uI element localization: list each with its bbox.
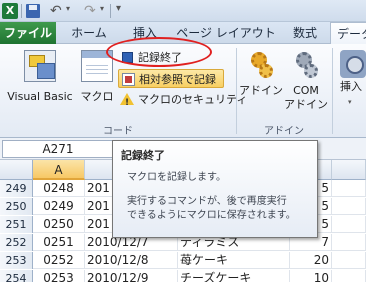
group-divider — [236, 48, 237, 134]
cell[interactable] — [332, 216, 366, 233]
macro-label: マクロ — [80, 90, 114, 103]
addin-group-label: アドイン — [264, 126, 304, 137]
macro-security-button[interactable]: マクロのセキュリティ — [118, 90, 247, 113]
table-row: 254 0253 2010/12/9 チーズケーキ 10 — [0, 270, 366, 282]
stop-recording-tooltip: 記録終了 マクロを記録します。 実行するコマンドが、後で再度実行 できるようにマ… — [112, 140, 318, 238]
warning-icon — [120, 93, 134, 113]
tab-home[interactable]: ホーム — [60, 22, 118, 44]
gear-icon — [259, 64, 273, 78]
cell[interactable]: 0248 — [33, 180, 85, 197]
code-group-label: コード — [103, 126, 133, 137]
tab-formulas[interactable]: 数式 — [282, 22, 328, 44]
cell[interactable]: 苺ケーキ — [178, 252, 290, 269]
cell[interactable]: 0253 — [33, 270, 85, 282]
cell[interactable]: 2010/12/8 — [85, 252, 178, 269]
tooltip-text: 実行するコマンドが、後で再度実行 — [127, 196, 287, 207]
column-header[interactable] — [332, 160, 366, 180]
tooltip-text: できるようにマクロに保存されます。 — [127, 210, 296, 221]
cell[interactable]: 0250 — [33, 216, 85, 233]
toolbar-divider — [21, 4, 22, 18]
gear-icon — [304, 64, 318, 78]
cell[interactable]: 0252 — [33, 252, 85, 269]
excel-app-icon[interactable]: X — [2, 3, 18, 19]
cell[interactable]: 0251 — [33, 234, 85, 251]
cell[interactable] — [332, 270, 366, 282]
redo-icon[interactable]: ↷ — [84, 3, 98, 19]
row-header[interactable]: 254 — [0, 270, 33, 282]
insert-control-icon — [340, 50, 366, 78]
name-box[interactable]: A271 — [2, 140, 114, 158]
com-addins-gear-icon — [290, 50, 322, 82]
insert-control-button[interactable]: 挿入 ▾ — [334, 46, 366, 107]
com-label-line2: アドイン — [284, 98, 328, 111]
addins-gear-icon — [245, 50, 277, 82]
addins-label: アドイン — [239, 84, 283, 97]
redo-dropdown-icon[interactable]: ▾ — [100, 4, 104, 13]
cell[interactable]: 10 — [290, 270, 332, 282]
quick-access-toolbar: X ↶ ▾ ↷ ▾ ▾ — [0, 0, 366, 22]
row-header[interactable]: 249 — [0, 180, 33, 197]
visual-basic-button[interactable]: Visual Basic — [2, 46, 78, 104]
column-header-a[interactable]: A — [33, 160, 85, 180]
highlight-ellipse — [106, 37, 212, 67]
relative-reference-button[interactable]: 相対参照で記録 — [118, 69, 224, 88]
tab-data[interactable]: データ — [330, 22, 366, 45]
toolbar-divider — [110, 4, 111, 18]
cell[interactable] — [332, 234, 366, 251]
com-label-line1: COM — [293, 84, 319, 97]
cell[interactable]: 2010/12/9 — [85, 270, 178, 282]
com-addins-button[interactable]: COM アドイン — [284, 46, 328, 112]
cell[interactable]: 20 — [290, 252, 332, 269]
row-header[interactable]: 253 — [0, 252, 33, 269]
relative-reference-label: 相対参照で記録 — [139, 73, 216, 86]
tooltip-title: 記録終了 — [121, 149, 165, 162]
row-header[interactable]: 250 — [0, 198, 33, 215]
cell[interactable] — [332, 252, 366, 269]
visual-basic-label: Visual Basic — [7, 90, 73, 103]
group-divider — [332, 48, 333, 134]
cell[interactable] — [332, 180, 366, 197]
relative-reference-icon — [122, 73, 135, 86]
tab-file[interactable]: ファイル — [0, 22, 56, 44]
undo-dropdown-icon[interactable]: ▾ — [66, 4, 70, 13]
cell[interactable]: 0249 — [33, 198, 85, 215]
macro-security-label: マクロのセキュリティ — [138, 93, 248, 106]
tooltip-text: マクロを記録します。 — [127, 172, 226, 183]
insert-dropdown-icon: ▾ — [348, 98, 352, 106]
addins-button[interactable]: アドイン — [238, 46, 284, 98]
row-header[interactable]: 251 — [0, 216, 33, 233]
visual-basic-icon — [24, 50, 56, 82]
customize-toolbar-icon[interactable]: ▾ — [116, 3, 121, 14]
cell[interactable]: チーズケーキ — [178, 270, 290, 282]
cell[interactable] — [332, 198, 366, 215]
table-row: 253 0252 2010/12/8 苺ケーキ 20 — [0, 252, 366, 269]
undo-icon[interactable]: ↶ — [50, 3, 64, 19]
insert-label: 挿入 — [340, 80, 362, 93]
save-icon[interactable] — [26, 4, 40, 18]
row-header[interactable]: 252 — [0, 234, 33, 251]
select-all-corner[interactable] — [0, 160, 33, 180]
tooltip-spacer — [121, 185, 309, 195]
